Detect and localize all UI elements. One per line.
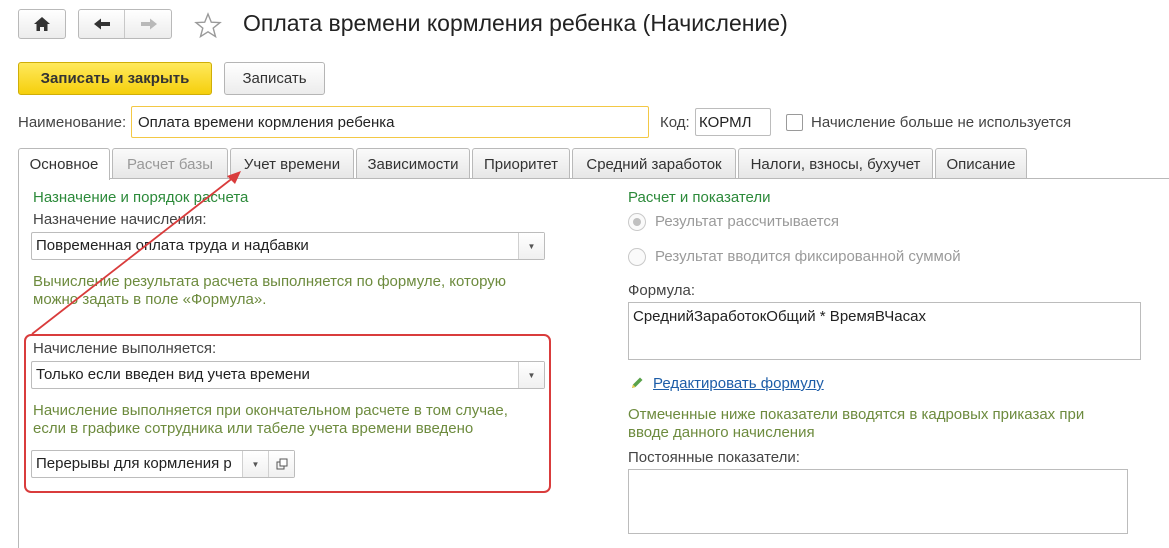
radio-result-calculated[interactable]: [628, 213, 646, 231]
calculation-section-title: Расчет и показатели: [628, 189, 771, 206]
permanent-indicators-list[interactable]: [628, 469, 1128, 534]
formula-value: СреднийЗаработокОбщий * ВремяВЧасах: [633, 308, 926, 325]
radio-result-fixed[interactable]: [628, 248, 646, 266]
annotation-arrow: [31, 171, 241, 335]
edit-formula-link[interactable]: Редактировать формулу: [653, 375, 824, 392]
permanent-indicators-label: Постоянные показатели:: [628, 449, 800, 466]
radio-result-calculated-label: Результат рассчитывается: [655, 213, 840, 230]
pencil-icon: [632, 377, 643, 388]
tab-main[interactable]: Основное: [18, 148, 110, 180]
formula-label: Формула:: [628, 282, 696, 299]
indicators-hint: Отмеченные ниже показатели вводятся в ка…: [628, 406, 1085, 441]
radio-result-fixed-label: Результат вводится фиксированной суммой: [655, 248, 961, 265]
formula-field[interactable]: СреднийЗаработокОбщий * ВремяВЧасах: [628, 302, 1141, 360]
